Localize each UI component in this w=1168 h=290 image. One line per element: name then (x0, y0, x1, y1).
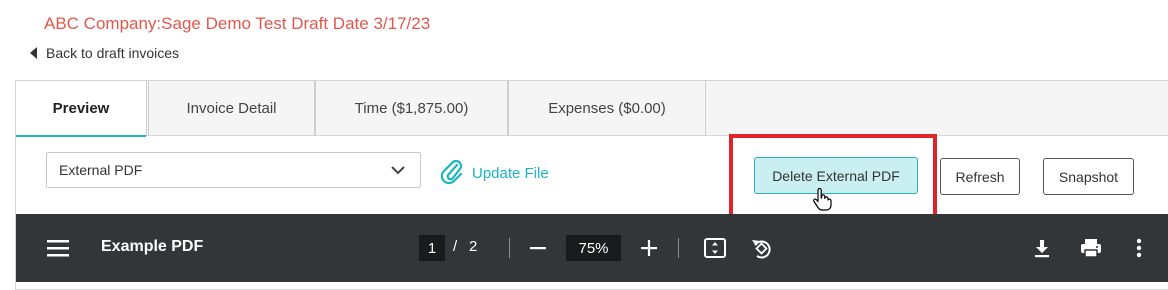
print-icon[interactable] (1080, 238, 1102, 263)
tab-preview[interactable]: Preview (16, 81, 147, 137)
update-file-label: Update File (472, 164, 549, 182)
more-vert-icon[interactable] (1136, 238, 1142, 263)
pdf-source-select-value: External PDF (59, 162, 143, 178)
page-separator: / (453, 238, 458, 255)
paperclip-icon (440, 158, 472, 188)
tab-expenses[interactable]: Expenses ($0.00) (508, 81, 706, 136)
back-to-draft-invoices-link[interactable]: Back to draft invoices (30, 45, 179, 61)
zoom-input[interactable]: 75% (566, 235, 621, 261)
update-file-link[interactable]: Update File (440, 158, 549, 188)
toolbar-divider (678, 238, 679, 258)
chevron-down-icon (390, 162, 406, 181)
minus-icon[interactable] (528, 238, 548, 263)
chevron-left-icon (30, 47, 37, 59)
invoice-panel: Preview Invoice Detail Time ($1,875.00) … (15, 80, 1168, 290)
plus-icon[interactable] (639, 238, 659, 263)
menu-icon[interactable] (47, 238, 69, 263)
download-icon[interactable] (1032, 238, 1052, 263)
refresh-button[interactable]: Refresh (940, 158, 1020, 195)
snapshot-button[interactable]: Snapshot (1043, 158, 1134, 195)
back-link-label: Back to draft invoices (46, 45, 180, 61)
toolbar-divider (509, 238, 510, 258)
page-number-input[interactable]: 1 (419, 235, 445, 261)
pdf-viewer-toolbar: Example PDF 1 / 2 75% (16, 214, 1168, 282)
tab-bar: Preview Invoice Detail Time ($1,875.00) … (16, 81, 1168, 137)
pdf-source-select[interactable]: External PDF (46, 152, 421, 188)
pdf-document-title: Example PDF (101, 238, 204, 255)
tab-time[interactable]: Time ($1,875.00) (315, 81, 508, 136)
page-total: 2 (469, 238, 478, 255)
tab-invoice-detail[interactable]: Invoice Detail (148, 81, 315, 136)
page-title: ABC Company:Sage Demo Test Draft Date 3/… (44, 14, 431, 33)
fit-page-icon[interactable] (704, 238, 726, 263)
rotate-icon[interactable] (749, 236, 773, 265)
hand-cursor-icon (812, 187, 832, 217)
